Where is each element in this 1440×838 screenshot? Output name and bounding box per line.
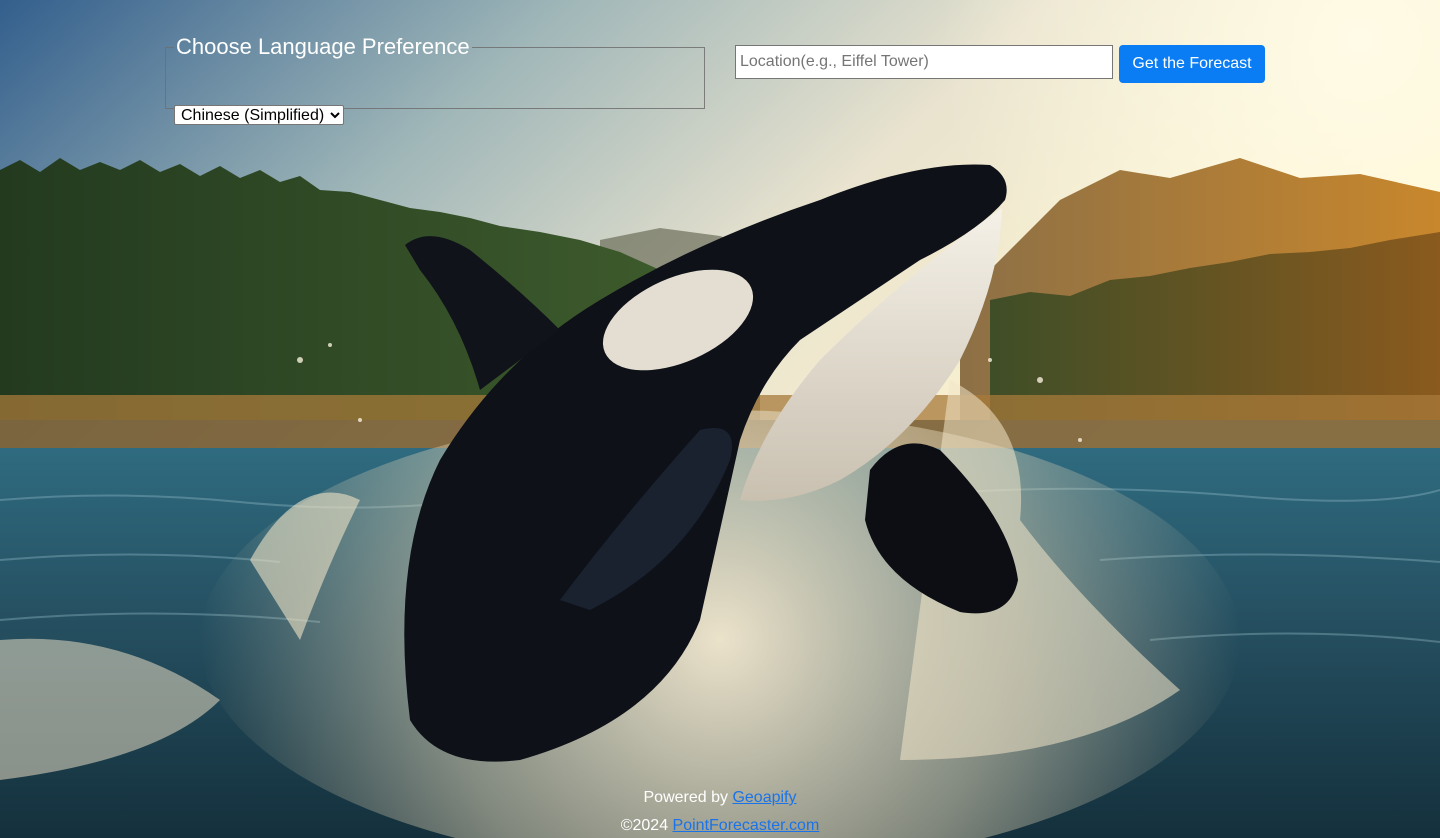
- copyright-text: ©2024: [620, 817, 669, 834]
- language-fieldset: Choose Language Preference Chinese (Simp…: [165, 34, 705, 125]
- get-forecast-button[interactable]: Get the Forecast: [1119, 45, 1265, 83]
- language-legend: Choose Language Preference: [176, 34, 470, 59]
- copyright-line: ©2024 PointForecaster.com: [0, 817, 1440, 835]
- geoapify-link[interactable]: Geoapify: [732, 789, 796, 806]
- site-link[interactable]: PointForecaster.com: [673, 817, 820, 834]
- page: Choose Language Preference Chinese (Simp…: [0, 0, 1440, 838]
- language-select[interactable]: Chinese (Simplified): [174, 105, 344, 125]
- powered-by-line: Powered by Geoapify: [0, 789, 1440, 807]
- location-input[interactable]: [735, 45, 1113, 79]
- background-image: [0, 0, 1440, 838]
- powered-by-text: Powered by: [643, 789, 729, 806]
